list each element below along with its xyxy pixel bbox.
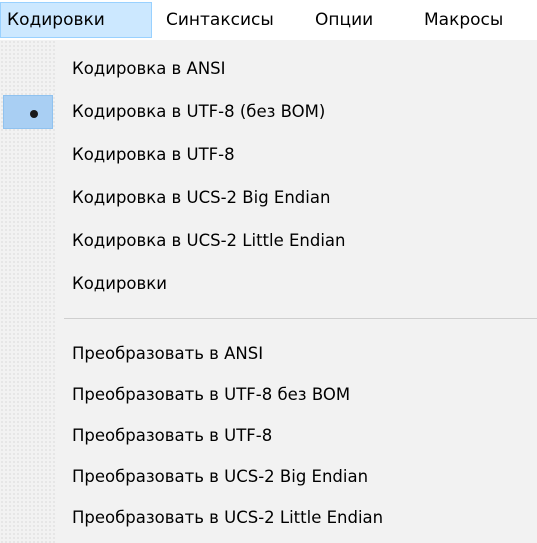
menu-encodings[interactable]: Кодировки — [0, 2, 152, 38]
menu-item-label: Кодировки — [72, 274, 167, 293]
menu-item-label: Преобразовать в ANSI — [72, 344, 264, 363]
checked-indicator-bg — [3, 95, 53, 129]
menu-item-label: Кодировка в ANSI — [72, 59, 226, 78]
menu-options[interactable]: Опции — [315, 2, 373, 38]
menu-item-label: Преобразовать в UTF-8 без BOM — [72, 385, 351, 404]
menu-item-convert-ucs2-big-endian[interactable]: Преобразовать в UCS-2 Big Endian — [0, 458, 537, 496]
menubar: Кодировки Синтаксисы Опции Макросы — [0, 0, 537, 40]
menu-item-label: Преобразовать в UCS-2 Little Endian — [72, 508, 384, 527]
menu-item-encode-ucs2-little-endian[interactable]: Кодировка в UCS-2 Little Endian — [0, 222, 537, 260]
menu-item-label: Кодировка в UTF-8 (без BOM) — [72, 102, 326, 121]
menu-item-label: Преобразовать в UCS-2 Big Endian — [72, 467, 369, 486]
menu-item-label: Преобразовать в UTF-8 — [72, 426, 273, 445]
encodings-dropdown-menu: Кодировка в ANSI Кодировка в UTF-8 (без … — [0, 40, 537, 543]
menu-item-convert-utf8-no-bom[interactable]: Преобразовать в UTF-8 без BOM — [0, 376, 537, 414]
radio-bullet-icon — [30, 110, 38, 118]
menu-item-encode-utf8-no-bom[interactable]: Кодировка в UTF-8 (без BOM) — [0, 93, 537, 131]
menu-item-label: Кодировка в UCS-2 Big Endian — [72, 188, 331, 207]
menu-item-convert-ucs2-little-endian[interactable]: Преобразовать в UCS-2 Little Endian — [0, 499, 537, 537]
menu-item-encodings-submenu[interactable]: Кодировки — [0, 265, 537, 303]
menu-item-encode-utf8[interactable]: Кодировка в UTF-8 — [0, 136, 537, 174]
menu-item-label: Кодировка в UCS-2 Little Endian — [72, 231, 346, 250]
menu-item-convert-ansi[interactable]: Преобразовать в ANSI — [0, 335, 537, 373]
menu-syntaxes[interactable]: Синтаксисы — [166, 2, 274, 38]
menu-item-encode-ansi[interactable]: Кодировка в ANSI — [0, 50, 537, 88]
menu-separator — [64, 318, 537, 319]
menu-macros[interactable]: Макросы — [424, 2, 503, 38]
menu-item-encode-ucs2-big-endian[interactable]: Кодировка в UCS-2 Big Endian — [0, 179, 537, 217]
menu-item-convert-utf8[interactable]: Преобразовать в UTF-8 — [0, 417, 537, 455]
menu-item-label: Кодировка в UTF-8 — [72, 145, 235, 164]
